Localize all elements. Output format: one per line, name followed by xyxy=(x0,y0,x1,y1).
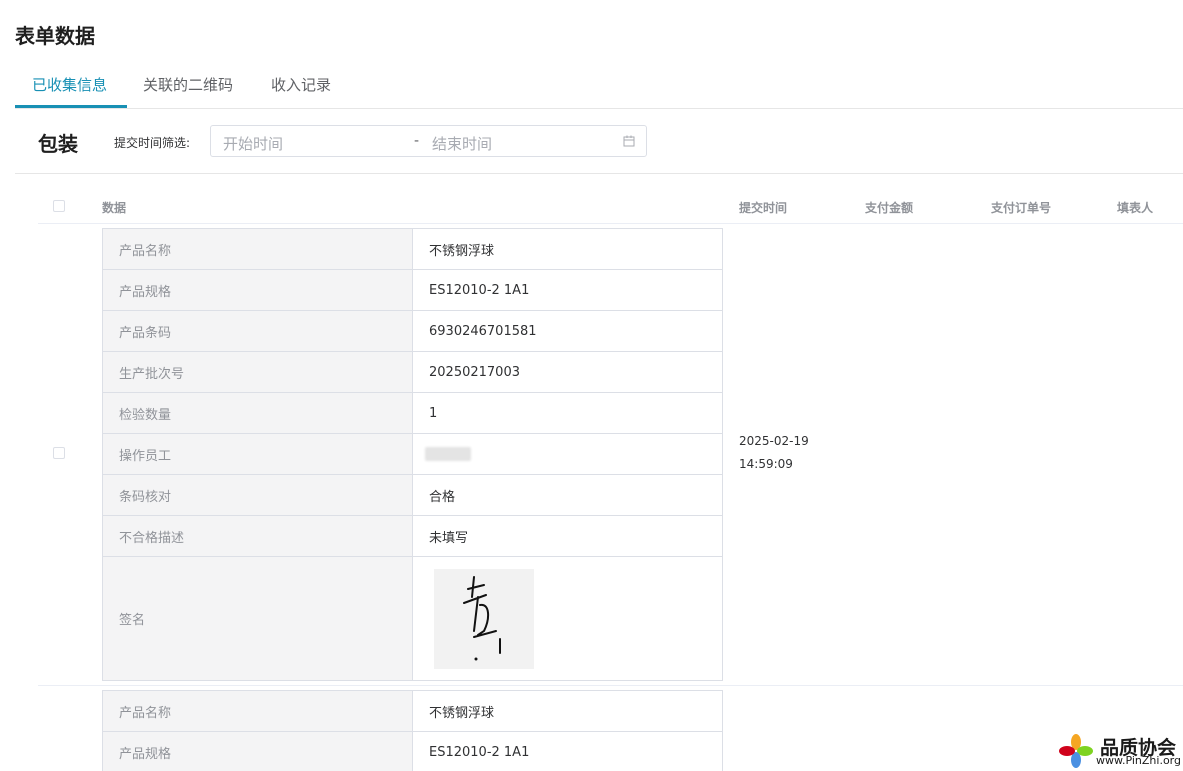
field-row-product-name: 产品名称 不锈钢浮球 xyxy=(103,229,723,270)
field-key: 产品规格 xyxy=(103,270,413,310)
calendar-icon[interactable] xyxy=(623,135,635,147)
select-all-checkbox[interactable] xyxy=(53,200,65,212)
field-value: 合格 xyxy=(413,475,723,515)
field-key: 产品条码 xyxy=(103,311,413,351)
watermark-url: www.PinZhi.org xyxy=(1096,754,1181,767)
field-value: 1 xyxy=(413,393,723,433)
column-header-submit-time[interactable]: 提交时间 xyxy=(739,199,787,216)
section-title: 包装 xyxy=(38,132,78,156)
submit-date: 2025-02-19 xyxy=(739,434,809,448)
record-data-table: 产品名称 不锈钢浮球 产品规格 ES12010-2 1A1 xyxy=(102,690,723,771)
field-value xyxy=(413,557,723,680)
tab-linked-qrcode[interactable]: 关联的二维码 xyxy=(143,74,233,95)
field-value: ES12010-2 1A1 xyxy=(413,270,723,310)
table-header-divider xyxy=(38,223,1183,224)
field-value: 未填写 xyxy=(413,516,723,556)
column-header-filler[interactable]: 填表人 xyxy=(1117,199,1153,216)
start-date-input[interactable]: 开始时间 xyxy=(223,133,283,154)
field-key: 检验数量 xyxy=(103,393,413,433)
field-row-product-barcode: 产品条码 6930246701581 xyxy=(103,311,723,352)
redacted-operator-name xyxy=(425,447,471,461)
tab-collected-info[interactable]: 已收集信息 xyxy=(32,74,107,95)
field-key: 生产批次号 xyxy=(103,352,413,392)
end-date-input[interactable]: 结束时间 xyxy=(432,133,492,154)
filter-label: 提交时间筛选: xyxy=(114,136,191,150)
field-row-product-spec: 产品规格 ES12010-2 1A1 xyxy=(103,732,723,771)
field-row-product-spec: 产品规格 ES12010-2 1A1 xyxy=(103,270,723,311)
date-range-separator: - xyxy=(414,133,420,149)
record-divider xyxy=(38,685,1183,686)
page-title: 表单数据 xyxy=(15,24,95,48)
field-row-batch-no: 生产批次号 20250217003 xyxy=(103,352,723,393)
field-row-defect-description: 不合格描述 未填写 xyxy=(103,516,723,557)
field-value: 20250217003 xyxy=(413,352,723,392)
field-value: 6930246701581 xyxy=(413,311,723,351)
field-key: 操作员工 xyxy=(103,434,413,474)
field-value: ES12010-2 1A1 xyxy=(413,732,723,771)
submit-clock-time: 14:59:09 xyxy=(739,457,793,471)
field-key: 产品规格 xyxy=(103,732,413,771)
field-row-inspection-qty: 检验数量 1 xyxy=(103,393,723,434)
field-key: 不合格描述 xyxy=(103,516,413,556)
tab-income-records[interactable]: 收入记录 xyxy=(271,74,331,95)
field-value xyxy=(413,434,723,474)
watermark: 品质协会 www.PinZhi.org xyxy=(1058,731,1183,771)
filter-divider xyxy=(15,173,1183,174)
submit-time-cell: 2025-02-19 14:59:09 xyxy=(739,430,809,476)
field-row-product-name: 产品名称 不锈钢浮球 xyxy=(103,691,723,732)
column-header-payment-order-no[interactable]: 支付订单号 xyxy=(991,199,1051,216)
field-key: 签名 xyxy=(103,557,413,680)
field-row-signature: 签名 xyxy=(103,557,723,681)
column-header-payment-amount[interactable]: 支付金额 xyxy=(865,199,913,216)
record-checkbox[interactable] xyxy=(53,447,65,459)
date-range-picker[interactable]: 开始时间 - 结束时间 xyxy=(210,125,647,157)
field-row-barcode-check: 条码核对 合格 xyxy=(103,475,723,516)
field-key: 产品名称 xyxy=(103,691,413,731)
field-key: 产品名称 xyxy=(103,229,413,269)
tab-bar: 已收集信息 关联的二维码 收入记录 xyxy=(15,64,1183,109)
column-header-data: 数据 xyxy=(102,201,127,215)
signature-image[interactable] xyxy=(434,568,534,669)
tab-active-indicator xyxy=(15,105,127,108)
field-value: 不锈钢浮球 xyxy=(413,691,723,731)
field-value: 不锈钢浮球 xyxy=(413,229,723,269)
record-data-table: 产品名称 不锈钢浮球 产品规格 ES12010-2 1A1 产品条码 69302… xyxy=(102,228,723,681)
pinzhi-logo-icon xyxy=(1059,734,1093,768)
field-row-operator: 操作员工 xyxy=(103,434,723,475)
field-key: 条码核对 xyxy=(103,475,413,515)
